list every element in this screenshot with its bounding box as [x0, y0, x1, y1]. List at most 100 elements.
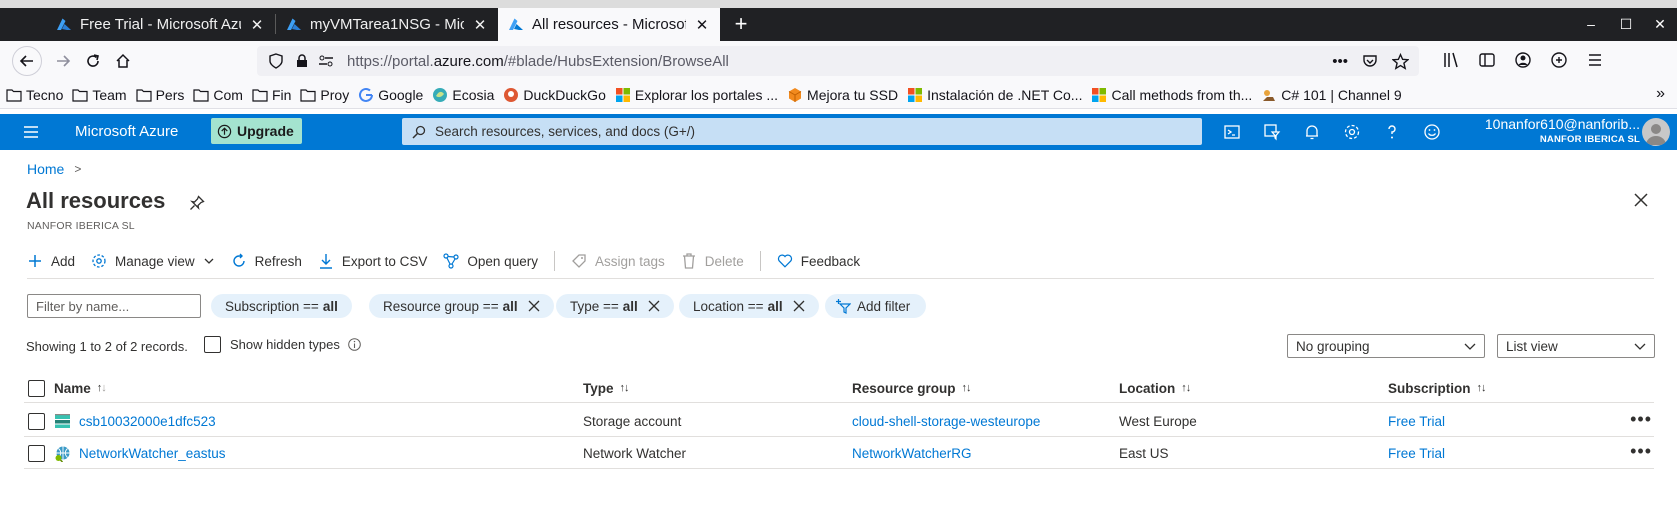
channel9-icon: [1261, 87, 1277, 103]
info-icon[interactable]: [348, 338, 361, 351]
filter-pill-resource-group[interactable]: Resource group == all: [369, 294, 554, 318]
delete-button[interactable]: Delete: [681, 253, 744, 269]
refresh-button[interactable]: Refresh: [231, 253, 302, 269]
bookmark-item[interactable]: Explorar los portales ...: [615, 87, 778, 103]
table-row[interactable]: NetworkWatcher_eastus Network Watcher Ne…: [24, 437, 1654, 469]
pin-icon[interactable]: [189, 195, 205, 211]
resource-type-cell: Storage account: [583, 413, 682, 429]
bookmark-item[interactable]: C# 101 | Channel 9: [1261, 87, 1402, 103]
column-header-type[interactable]: Type ↑↓: [583, 376, 630, 400]
feedback-button[interactable]: Feedback: [777, 253, 860, 269]
filter-pill-value: all: [502, 298, 518, 314]
upgrade-button[interactable]: Upgrade: [211, 118, 302, 144]
column-header-location[interactable]: Location ↑↓: [1119, 376, 1191, 400]
avatar[interactable]: [1642, 118, 1670, 146]
notifications-bell-icon[interactable]: [1302, 122, 1322, 142]
subscription-link[interactable]: Free Trial: [1388, 414, 1445, 429]
bookmark-item[interactable]: Fin: [252, 87, 291, 103]
close-tab-icon[interactable]: ✕: [249, 16, 265, 34]
forward-button[interactable]: [48, 47, 78, 75]
close-window-button[interactable]: ✕: [1640, 8, 1677, 41]
bookmark-item[interactable]: Tecno: [6, 87, 63, 103]
cloud-shell-icon[interactable]: [1222, 122, 1242, 142]
remove-filter-icon[interactable]: [648, 300, 660, 312]
remove-filter-icon[interactable]: [528, 300, 540, 312]
page-actions-more-icon[interactable]: •••: [1332, 53, 1348, 70]
bookmark-star-icon[interactable]: [1392, 52, 1409, 70]
new-tab-button[interactable]: +: [726, 8, 756, 41]
bookmark-item[interactable]: DuckDuckGo: [503, 87, 606, 103]
library-icon[interactable]: [1442, 51, 1460, 69]
breadcrumb-home-link[interactable]: Home: [27, 161, 64, 177]
minimize-window-button[interactable]: –: [1571, 8, 1611, 41]
row-checkbox[interactable]: [28, 444, 45, 462]
view-mode-dropdown[interactable]: List view: [1497, 334, 1655, 358]
app-menu-icon[interactable]: [1586, 51, 1604, 69]
show-hidden-types-toggle[interactable]: Show hidden types: [204, 336, 361, 353]
shield-icon[interactable]: [267, 52, 285, 70]
filter-by-name-input[interactable]: Filter by name...: [27, 294, 201, 318]
tab-myvm-nsg[interactable]: myVMTarea1NSG - Microsoft Azure ✕: [276, 8, 498, 41]
directory-filter-icon[interactable]: [1262, 122, 1282, 142]
close-tab-icon[interactable]: ✕: [694, 16, 710, 34]
show-hidden-types-checkbox[interactable]: [204, 336, 221, 353]
tab-free-trial[interactable]: Free Trial - Microsoft Azure ✕: [46, 8, 275, 41]
resource-group-link[interactable]: cloud-shell-storage-westeurope: [852, 414, 1040, 429]
bookmark-item[interactable]: Proy: [300, 87, 349, 103]
close-blade-icon[interactable]: [1632, 191, 1650, 209]
sidebar-icon[interactable]: [1478, 51, 1496, 69]
bookmark-item[interactable]: Google: [358, 87, 423, 103]
filter-pill-location[interactable]: Location == all: [679, 294, 819, 318]
close-tab-icon[interactable]: ✕: [472, 16, 488, 34]
resource-name-link[interactable]: csb10032000e1dfc523: [79, 414, 216, 429]
help-question-icon[interactable]: [1382, 122, 1402, 142]
open-query-button[interactable]: Open query: [443, 253, 538, 269]
resource-group-link[interactable]: NetworkWatcherRG: [852, 446, 972, 461]
account-icon[interactable]: [1514, 51, 1532, 69]
bookmark-item[interactable]: Ecosia: [432, 87, 494, 103]
user-silhouette-icon: [1646, 124, 1666, 145]
settings-gear-icon[interactable]: [1342, 122, 1362, 142]
lock-icon[interactable]: [293, 52, 311, 70]
select-all-checkbox[interactable]: [28, 379, 45, 397]
bookmark-item[interactable]: Com: [193, 87, 243, 103]
hamburger-menu-icon[interactable]: [22, 123, 40, 141]
row-checkbox[interactable]: [28, 412, 45, 430]
column-header-subscription[interactable]: Subscription ↑↓: [1388, 376, 1487, 400]
column-header-resource-group[interactable]: Resource group ↑↓: [852, 376, 972, 400]
back-button[interactable]: [12, 46, 42, 76]
manage-view-button[interactable]: Manage view: [91, 253, 215, 269]
bookmark-item[interactable]: Instalación de .NET Co...: [907, 87, 1082, 103]
global-search-input[interactable]: Search resources, services, and docs (G+…: [402, 118, 1202, 145]
download-icon: [318, 253, 334, 269]
bookmarks-overflow-chevron-icon[interactable]: »: [1656, 85, 1665, 103]
permissions-icon[interactable]: [317, 52, 335, 70]
column-header-name[interactable]: Name ↑↓: [54, 376, 107, 400]
assign-tags-button[interactable]: Assign tags: [571, 253, 665, 269]
bookmark-item[interactable]: Team: [72, 87, 127, 103]
add-filter-button[interactable]: Add filter: [825, 294, 927, 318]
subscription-link[interactable]: Free Trial: [1388, 446, 1445, 461]
filter-pill-subscription[interactable]: Subscription == all: [211, 294, 352, 318]
add-button[interactable]: Add: [27, 253, 75, 269]
reload-button[interactable]: [78, 47, 108, 75]
bookmark-label: Explorar los portales ...: [634, 86, 779, 103]
account-menu[interactable]: 10nanfor610@nanforib... NANFOR IBERICA S…: [1420, 115, 1640, 147]
pocket-icon[interactable]: [1362, 53, 1378, 69]
row-more-actions-icon[interactable]: •••: [1630, 409, 1652, 430]
bookmark-item[interactable]: Mejora tu SSD: [787, 87, 898, 103]
bookmark-item[interactable]: Call methods from th...: [1091, 87, 1252, 103]
remove-filter-icon[interactable]: [793, 300, 805, 312]
home-button[interactable]: [108, 47, 138, 75]
portal-brand[interactable]: Microsoft Azure: [75, 123, 178, 140]
table-row[interactable]: csb10032000e1dfc523 Storage account clou…: [24, 405, 1654, 437]
extensions-icon[interactable]: [1550, 51, 1568, 69]
export-csv-button[interactable]: Export to CSV: [318, 253, 427, 269]
grouping-dropdown[interactable]: No grouping: [1287, 334, 1485, 358]
address-bar[interactable]: https://portal.azure.com/#blade/HubsExte…: [257, 46, 1419, 76]
row-more-actions-icon[interactable]: •••: [1630, 441, 1652, 462]
filter-pill-type[interactable]: Type == all: [556, 294, 674, 318]
tab-all-resources[interactable]: All resources - Microsoft Azure ✕: [498, 8, 720, 41]
resource-name-link[interactable]: NetworkWatcher_eastus: [79, 446, 226, 461]
bookmark-item[interactable]: Pers: [135, 87, 184, 103]
